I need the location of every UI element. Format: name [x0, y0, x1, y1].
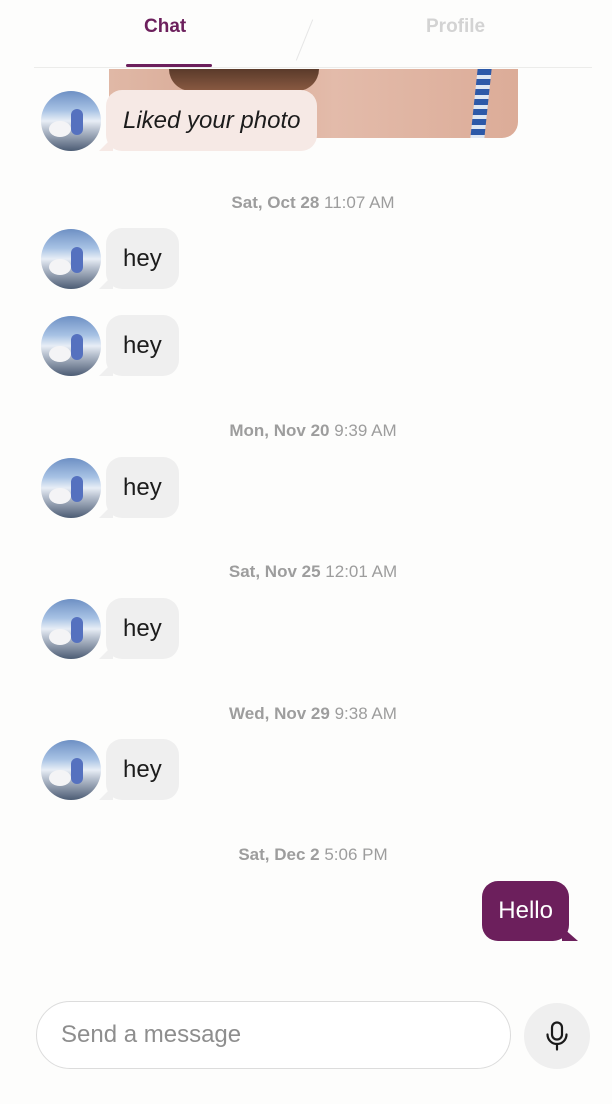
photo-detail — [169, 69, 319, 91]
received-message-bubble: hey — [106, 315, 179, 376]
received-message-bubble: hey — [106, 598, 179, 659]
timestamp-day: Sat, Dec 2 — [238, 845, 320, 864]
message-timestamp: Wed, Nov 29 9:38 AM — [0, 704, 612, 724]
avatar[interactable] — [41, 599, 101, 659]
timestamp-time: 5:06 PM — [324, 845, 388, 864]
avatar[interactable] — [41, 740, 101, 800]
message-timestamp: Sat, Oct 28 11:07 AM — [0, 193, 612, 213]
active-tab-indicator — [126, 64, 212, 67]
tab-profile[interactable]: Profile — [426, 16, 485, 38]
timestamp-time: 9:39 AM — [334, 421, 397, 440]
photo-detail — [470, 69, 492, 138]
timestamp-day: Mon, Nov 20 — [229, 421, 330, 440]
timestamp-day: Wed, Nov 29 — [229, 704, 330, 723]
message-timestamp: Sat, Dec 2 5:06 PM — [0, 845, 612, 865]
message-timestamp: Mon, Nov 20 9:39 AM — [0, 421, 612, 441]
mic-button[interactable] — [524, 1003, 590, 1069]
avatar[interactable] — [41, 458, 101, 518]
microphone-icon — [546, 1021, 568, 1051]
timestamp-time: 9:38 AM — [334, 704, 397, 723]
tab-chat[interactable]: Chat — [144, 16, 186, 38]
message-input[interactable] — [61, 1002, 491, 1068]
liked-photo-bubble: Liked your photo — [106, 90, 318, 151]
sent-message-bubble: Hello — [482, 881, 569, 941]
message-composer — [36, 1001, 511, 1069]
timestamp-day: Sat, Oct 28 — [231, 193, 320, 212]
timestamp-day: Sat, Nov 25 — [228, 562, 321, 581]
timestamp-time: 12:01 AM — [325, 562, 398, 581]
message-timestamp: Sat, Nov 25 12:01 AM — [0, 562, 612, 582]
timestamp-time: 11:07 AM — [324, 193, 395, 212]
avatar[interactable] — [41, 316, 101, 376]
received-message-bubble: hey — [106, 457, 179, 518]
received-message-bubble: hey — [106, 228, 179, 289]
avatar[interactable] — [41, 229, 101, 289]
tab-divider — [295, 19, 314, 61]
tab-bar: Chat Profile — [34, 0, 592, 68]
received-message-bubble: hey — [106, 739, 179, 800]
avatar[interactable] — [41, 91, 101, 151]
